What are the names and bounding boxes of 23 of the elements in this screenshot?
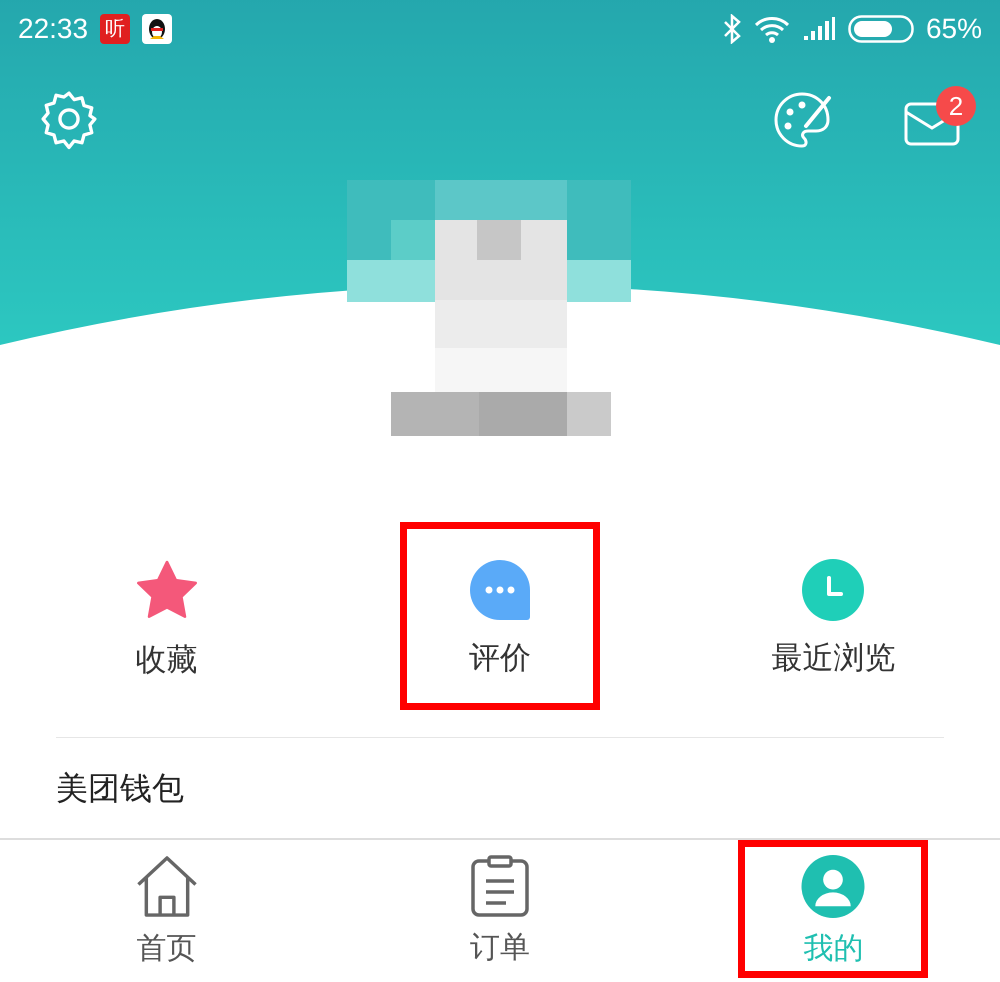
chat-bubble-icon xyxy=(468,559,531,621)
nav-tab[interactable]: 首页 xyxy=(72,840,262,978)
bluetooth-icon xyxy=(722,14,742,44)
quick-action[interactable]: 最近浏览 xyxy=(733,522,934,710)
action-label: 评价 xyxy=(468,639,531,677)
quick-action[interactable]: 收藏 xyxy=(66,522,267,710)
quick-action[interactable]: 评价 xyxy=(400,522,600,710)
message-badge: 2 xyxy=(936,86,976,126)
penguin-icon xyxy=(142,14,172,44)
nav-tab[interactable]: 订单 xyxy=(404,840,595,978)
wifi-icon xyxy=(754,15,790,43)
app-icon: 听 xyxy=(100,14,130,44)
clock-icon xyxy=(802,559,864,621)
action-label: 最近浏览 xyxy=(771,639,896,677)
palette-icon[interactable] xyxy=(772,90,832,148)
clipboard-icon xyxy=(470,855,529,917)
status-time: 22:33 xyxy=(18,12,88,46)
user-icon xyxy=(801,855,866,918)
signal-icon xyxy=(802,16,836,42)
action-label: 收藏 xyxy=(136,641,198,679)
battery-icon xyxy=(848,15,914,43)
section-title: 美团钱包 xyxy=(56,769,184,808)
battery-percent: 65% xyxy=(926,12,982,46)
